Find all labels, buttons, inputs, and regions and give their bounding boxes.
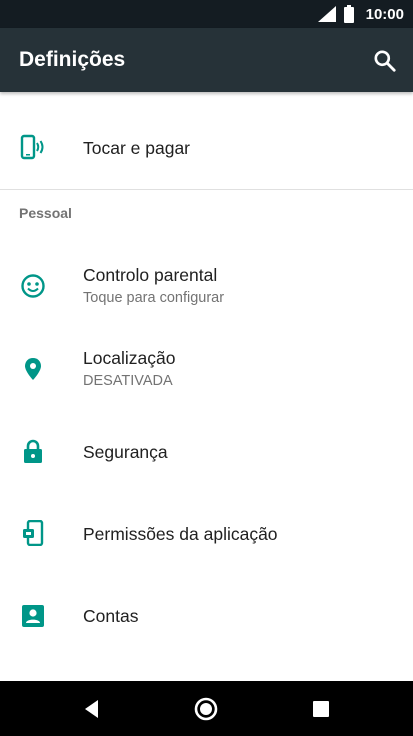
settings-item-label: Permissões da aplicação: [83, 524, 278, 544]
settings-item-label: Contas: [83, 606, 139, 626]
battery-icon: [344, 5, 354, 23]
settings-item-subtitle: DESATIVADA: [83, 373, 173, 389]
page-title: Definições: [19, 48, 126, 71]
location-pin-icon: [25, 358, 41, 380]
status-time: 10:00: [365, 6, 404, 23]
back-icon[interactable]: [79, 696, 105, 722]
search-icon[interactable]: [372, 48, 398, 74]
navigation-bar: [0, 681, 413, 736]
tap-pay-icon: [20, 134, 44, 160]
settings-item-label: Localização: [83, 348, 176, 368]
section-header-personal: Pessoal: [19, 205, 72, 221]
lock-icon: [24, 439, 42, 463]
app-bar: Definições: [0, 28, 413, 92]
settings-item-security[interactable]: Segurança: [0, 416, 413, 488]
settings-item-subtitle: Toque para configurar: [83, 290, 225, 306]
signal-icon: [318, 6, 336, 22]
account-icon: [22, 605, 44, 627]
parental-control-icon: [21, 274, 45, 298]
settings-item-parental-control[interactable]: Controlo parental Toque para configurar: [0, 250, 413, 322]
divider: [0, 189, 413, 190]
home-icon[interactable]: [193, 696, 219, 722]
settings-item-label: Tocar e pagar: [83, 138, 191, 158]
recents-icon[interactable]: [308, 696, 334, 722]
settings-item-label: Segurança: [83, 442, 168, 462]
settings-item-label: Controlo parental: [83, 265, 218, 285]
settings-item-location[interactable]: Localização DESATIVADA: [0, 334, 413, 406]
app-permissions-icon: [23, 520, 44, 546]
settings-item-app-permissions[interactable]: Permissões da aplicação: [0, 498, 413, 570]
status-bar: 10:00: [0, 0, 413, 28]
settings-item-accounts[interactable]: Contas: [0, 580, 413, 652]
settings-item-tap-pay[interactable]: Tocar e pagar: [0, 112, 413, 182]
